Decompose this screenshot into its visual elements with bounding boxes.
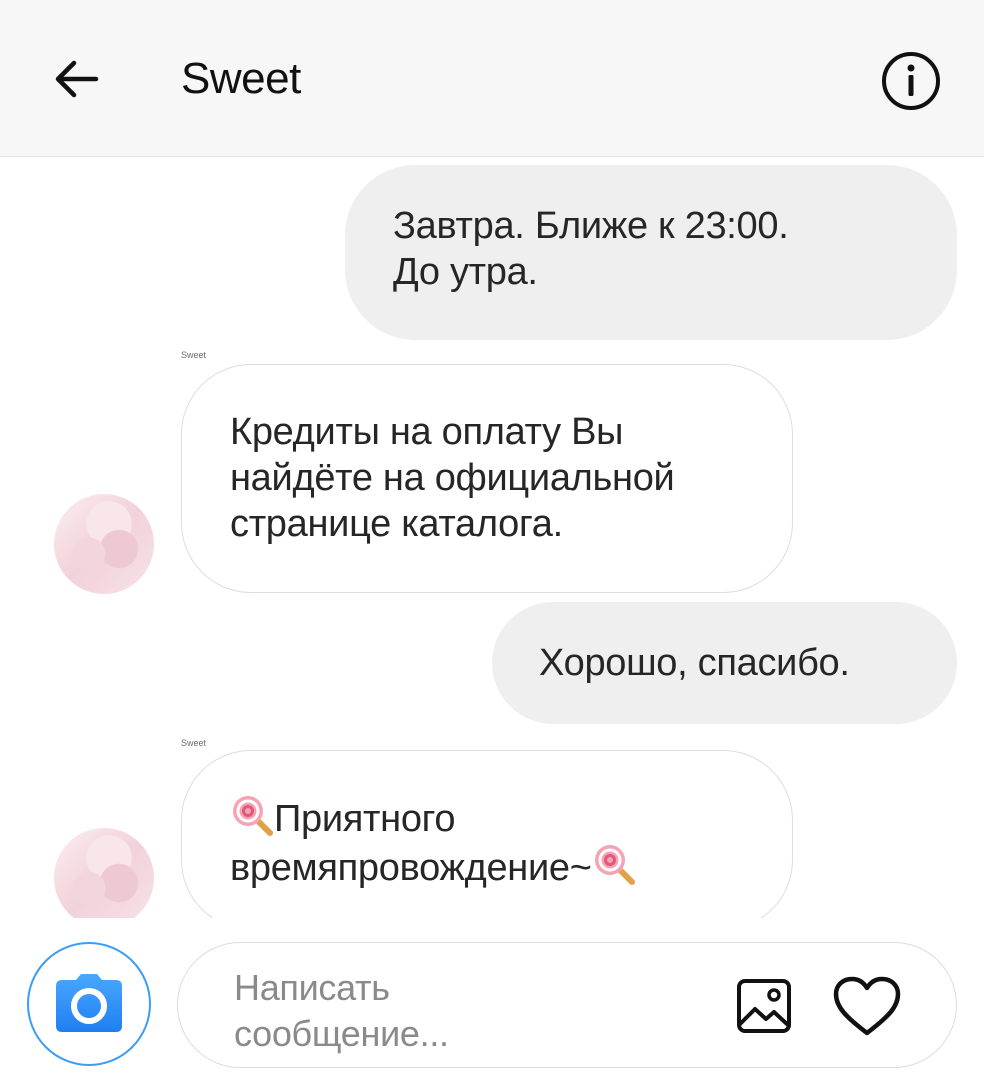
camera-button[interactable] xyxy=(27,942,151,1066)
sender-name: Sweet xyxy=(181,738,207,748)
lollipop-icon xyxy=(594,845,635,885)
gallery-button[interactable] xyxy=(734,976,794,1036)
lollipop-icon xyxy=(233,796,273,836)
message-line: странице каталога. xyxy=(230,503,563,545)
camera-button-inner xyxy=(36,951,142,1057)
message-input-placeholder: Написать сообщение... xyxy=(234,965,534,1057)
heart-icon xyxy=(833,976,901,1036)
info-button[interactable] xyxy=(880,50,942,112)
message-text: времяпровождение~ xyxy=(230,847,592,889)
message-line: Кредиты на оплату Вы xyxy=(230,411,624,453)
message-line: времяпровождение~ xyxy=(230,842,762,891)
message-line: Приятного xyxy=(230,793,762,842)
message-incoming[interactable]: Кредиты на оплату Вы найдёте на официаль… xyxy=(181,364,793,593)
avatar[interactable] xyxy=(54,828,154,928)
placeholder-line: сообщение... xyxy=(234,1013,449,1054)
avatar[interactable] xyxy=(54,494,154,594)
placeholder-line: Написать xyxy=(234,967,390,1008)
message-text: Приятного xyxy=(274,798,456,840)
chat-header: Sweet xyxy=(0,0,984,157)
camera-icon xyxy=(56,974,122,1032)
arrow-left-icon xyxy=(55,60,99,98)
message-incoming[interactable]: Приятного времяпровождение~ xyxy=(181,750,793,930)
message-input[interactable]: Написать сообщение... xyxy=(177,942,957,1068)
image-icon xyxy=(737,979,791,1033)
message-line: До утра. xyxy=(393,251,538,293)
like-button[interactable] xyxy=(832,976,902,1038)
sender-name: Sweet xyxy=(181,350,207,360)
message-line: найдёте на официальной xyxy=(230,457,675,499)
message-line: Завтра. Ближе к 23:00. xyxy=(393,205,789,247)
back-button[interactable] xyxy=(50,52,104,106)
message-outgoing[interactable]: Хорошо, спасибо. xyxy=(492,602,957,724)
message-outgoing[interactable]: Завтра. Ближе к 23:00. До утра. xyxy=(345,165,957,340)
chat-screen: Sweet Завтра. Ближе к 23:00. До утра. Sw… xyxy=(0,0,984,1080)
info-icon xyxy=(882,52,940,110)
chat-title[interactable]: Sweet xyxy=(181,54,301,104)
message-line: Хорошо, спасибо. xyxy=(539,642,850,684)
